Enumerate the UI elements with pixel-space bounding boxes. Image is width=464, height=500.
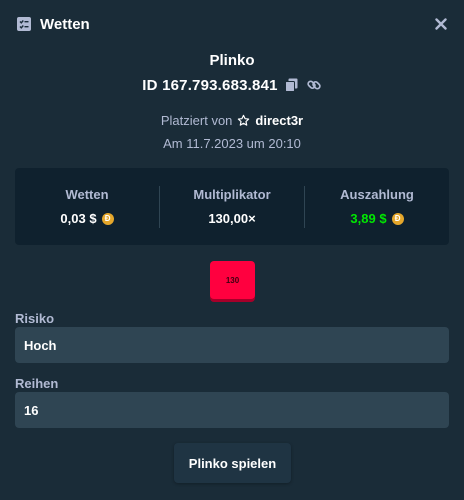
- multiplier-stat: Multiplikator 130,00×: [160, 168, 304, 245]
- rows-label: Reihen: [15, 376, 59, 391]
- payout-stat: Auszahlung 3,89 $ Ð: [305, 168, 449, 245]
- placed-by-label: Platziert von: [160, 112, 233, 128]
- bet-stats-panel: Wetten 0,03 $ Ð Multiplikator 130,00× Au…: [15, 168, 449, 245]
- payout-value: 3,89 $: [350, 211, 387, 226]
- multiplier-label: Multiplikator: [193, 187, 271, 202]
- multiplier-value-row: 130,00×: [208, 211, 255, 226]
- username-link[interactable]: direct3r: [255, 113, 303, 128]
- risk-field: Hoch: [15, 327, 449, 363]
- placed-by-row: Platziert von direct3r: [0, 111, 464, 129]
- close-icon: [435, 18, 447, 30]
- payout-label: Auszahlung: [340, 187, 414, 202]
- risk-label: Risiko: [15, 311, 55, 326]
- result-multiplier-box: 130: [210, 261, 255, 299]
- bet-id-row: ID 167.793.683.841: [0, 75, 464, 95]
- rows-field: 16: [15, 392, 449, 428]
- close-button[interactable]: [432, 15, 450, 33]
- dogecoin-icon: Ð: [391, 212, 404, 225]
- dogecoin-icon: Ð: [101, 212, 114, 225]
- bet-date: Am 11.7.2023 um 20:10: [163, 136, 301, 151]
- bet-id: ID 167.793.683.841: [142, 76, 278, 94]
- payout-value-row: 3,89 $ Ð: [350, 211, 404, 226]
- copy-icon[interactable]: [284, 77, 300, 93]
- wager-stat: Wetten 0,03 $ Ð: [15, 168, 159, 245]
- modal-header: Wetten: [0, 0, 464, 48]
- multiplier-value: 130,00×: [208, 211, 256, 226]
- wager-label: Wetten: [65, 187, 109, 202]
- bet-slip-icon: [16, 16, 32, 32]
- wager-value-row: 0,03 $ Ð: [60, 211, 114, 226]
- modal-title: Wetten: [40, 15, 90, 33]
- link-icon[interactable]: [306, 77, 322, 93]
- game-name: Plinko: [209, 52, 255, 69]
- star-icon: [237, 114, 250, 127]
- play-plinko-button[interactable]: Plinko spielen: [174, 443, 291, 483]
- wager-value: 0,03 $: [60, 211, 97, 226]
